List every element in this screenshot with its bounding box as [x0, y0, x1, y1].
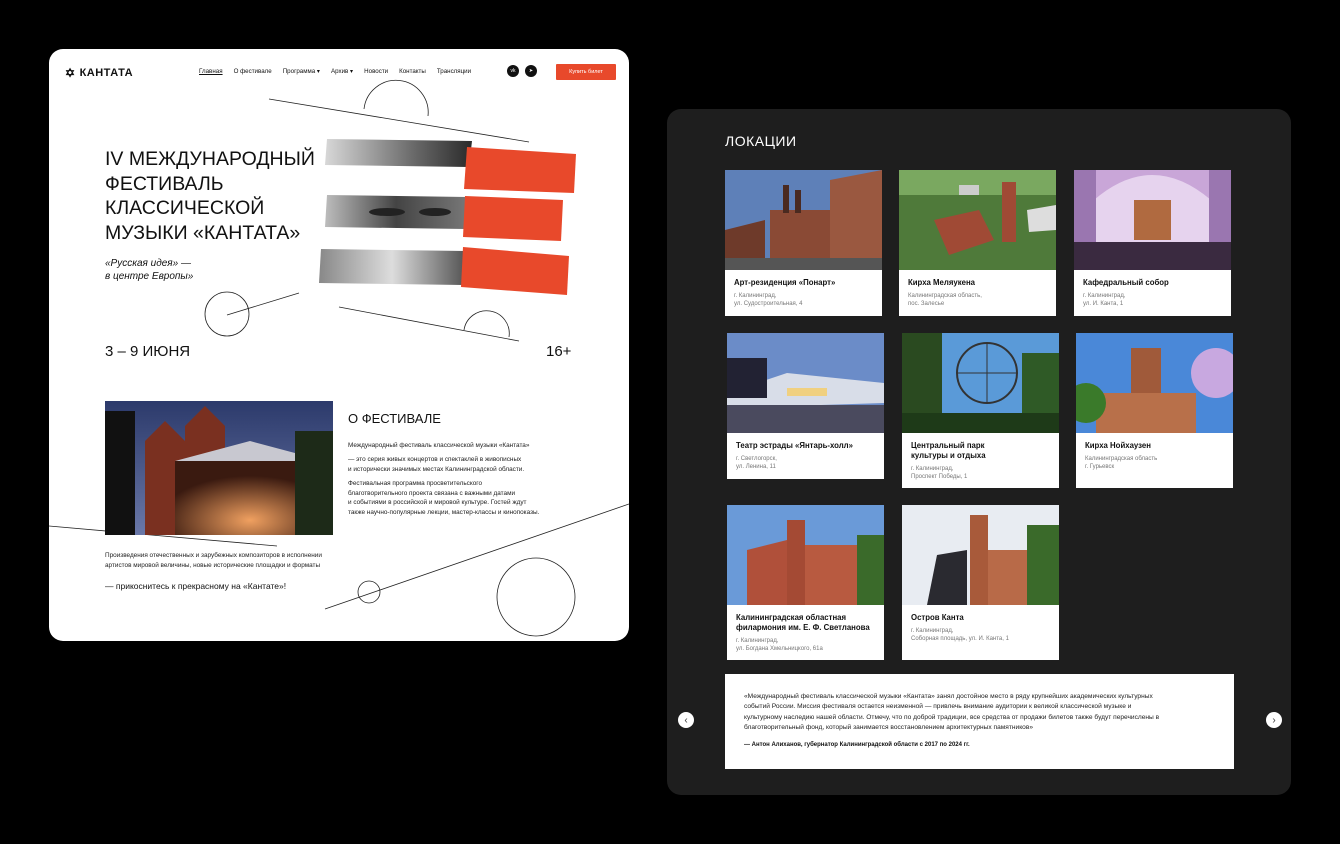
hero-subtitle: «Русская идея» — в центре Европы» — [105, 257, 225, 283]
hero-title-line: IV МЕЖДУНАРОДНЫЙ — [105, 148, 315, 170]
location-name: Остров Канта — [911, 613, 1051, 623]
hero-title-line: ФЕСТИВАЛЬ — [105, 172, 224, 195]
location-card[interactable]: Театр эстрады «Янтарь-холл» г. Светлогор… — [727, 333, 884, 479]
text-line: артистов мировой величины, новые историч… — [105, 561, 321, 569]
hero-title-line: МУЗЫКИ «КАНТАТА» — [105, 221, 301, 244]
collage-strip-bottom — [319, 247, 569, 295]
locations-heading: ЛОКАЦИИ — [725, 133, 797, 149]
hero-title: IV МЕЖДУНАРОДНЫЙ ФЕСТИВАЛЬ КЛАССИЧЕСКОЙ … — [105, 147, 335, 245]
location-photo — [1074, 170, 1231, 270]
location-name: Кирха Нойхаузен — [1085, 441, 1225, 451]
location-address: г. Калининград, Соборная площадь, ул. И. … — [911, 627, 1051, 643]
location-address: г. Калининград, ул. И. Канта, 1 — [1083, 292, 1223, 308]
text-line: благотворительного проекта связана с важ… — [348, 489, 516, 497]
text-line: ул. Богдана Хмельницкого, 61а — [736, 646, 823, 652]
location-card[interactable]: Остров Канта г. Калининград, Соборная пло… — [902, 505, 1059, 660]
portrait-collage — [319, 139, 576, 295]
text-line: — это серия живых концертов и спектаклей… — [348, 456, 522, 463]
location-photo — [725, 170, 882, 270]
text-line: культурному наследию нашей области. Отме… — [744, 713, 1160, 721]
location-card[interactable]: Кафедральный собор г. Калининград, ул. И.… — [1074, 170, 1231, 316]
text-line: пос. Залесье — [908, 301, 945, 307]
text-line: также научно-популярные лекции, мастер-к… — [348, 508, 540, 516]
text-line: «Международный фестиваль классической му… — [744, 693, 1153, 700]
location-address: Калининградская область, пос. Залесье — [908, 292, 1048, 308]
text-line: Проспект Победы, 1 — [911, 474, 968, 480]
festival-landing-page: ✡ КАНТАТА Главная О фестивале Программа … — [49, 49, 629, 641]
text-line: Соборная площадь, ул. И. Канта, 1 — [911, 636, 1009, 642]
location-photo — [902, 505, 1059, 605]
location-photo — [727, 333, 884, 433]
text-line: Кирха Нойхаузен — [1085, 441, 1151, 450]
hero-subtitle-line: «Русская идея» — — [105, 258, 191, 269]
quote-text: «Международный фестиваль классической му… — [744, 692, 1216, 734]
text-line: Кирха Меляукена — [908, 278, 976, 287]
about-tagline: — прикоснитесь к прекрасному на «Кантате… — [105, 581, 287, 591]
text-line: культуры и отдыха — [911, 451, 986, 460]
location-name: Калининградская областная филармония им. … — [736, 613, 876, 633]
text-line: ул. Ленина, 11 — [736, 464, 776, 470]
location-card[interactable]: Калининградская областная филармония им. … — [727, 505, 884, 660]
text-line: Центральный парк — [911, 441, 985, 450]
text-line: Калининградская областная — [736, 613, 847, 622]
text-line: г. Светлогорск, — [736, 456, 777, 462]
location-photo — [902, 333, 1059, 433]
quote-author: — Антон Алиханов, губернатор Калининград… — [744, 742, 970, 748]
age-rating: 16+ — [546, 343, 572, 360]
chevron-right-icon[interactable]: › — [1266, 712, 1282, 728]
text-line: Калининградская область — [1085, 456, 1158, 462]
chevron-left-icon[interactable]: ‹ — [678, 712, 694, 728]
about-heading: О ФЕСТИВАЛЕ — [348, 411, 441, 426]
text-line: г. Калининград, — [911, 466, 954, 472]
locations-section: ЛОКАЦИИ Арт-резиденция «Понарт» г. Калин… — [667, 109, 1291, 795]
text-line: г. Гурьевск — [1085, 464, 1115, 470]
governor-quote: «Международный фестиваль классической му… — [725, 674, 1234, 769]
location-name: Театр эстрады «Янтарь-холл» — [736, 441, 876, 451]
festival-dates: 3 – 9 ИЮНЯ — [105, 343, 191, 360]
location-card[interactable]: Кирха Нойхаузен Калининградская область г… — [1076, 333, 1233, 488]
location-photo — [727, 505, 884, 605]
location-address: г. Калининград, Проспект Победы, 1 — [911, 465, 1051, 481]
location-photo — [899, 170, 1056, 270]
hero-title-line: КЛАССИЧЕСКОЙ — [105, 197, 265, 219]
text-line: Калининградская область, — [908, 293, 982, 299]
location-name: Арт-резиденция «Понарт» — [734, 278, 874, 288]
about-paragraph-1: Международный фестиваль классической муз… — [348, 442, 530, 449]
text-line: Фестивальная программа просветительского — [348, 480, 483, 487]
location-address: г. Калининград, ул. Судостроительная, 4 — [734, 292, 874, 308]
about-paragraph-3: Фестивальная программа просветительского… — [348, 479, 578, 517]
text-line: Произведения отечественных и зарубежных … — [105, 552, 322, 559]
about-paragraph-2: — это серия живых концертов и спектаклей… — [348, 455, 568, 474]
text-line: г. Калининград, — [911, 628, 954, 634]
text-line: г. Калининград, — [736, 638, 779, 644]
text-line: благотворительный фонд, который занимает… — [744, 724, 1034, 732]
festival-stage-photo — [105, 401, 333, 535]
location-address: г. Светлогорск, ул. Ленина, 11 — [736, 455, 876, 471]
location-photo — [1076, 333, 1233, 433]
collage-strip-middle — [325, 195, 563, 241]
text-line: Кафедральный собор — [1083, 278, 1169, 287]
text-line: ул. И. Канта, 1 — [1083, 301, 1124, 307]
text-line: и событиями в российской и мировой культ… — [348, 499, 527, 507]
collage-strip-top — [325, 139, 576, 193]
about-paragraph-4: Произведения отечественных и зарубежных … — [105, 551, 365, 570]
text-line: ул. Судостроительная, 4 — [734, 301, 803, 307]
text-line: Театр эстрады «Янтарь-холл» — [736, 441, 853, 450]
text-line: г. Калининград, — [734, 293, 777, 299]
text-line: событий России. Миссия фестиваля остаетс… — [744, 703, 1132, 711]
location-card[interactable]: Центральный парк культуры и отдыха г. Кал… — [902, 333, 1059, 488]
location-name: Кафедральный собор — [1083, 278, 1223, 288]
text-line: и исторически значимых местах Калинингра… — [348, 465, 525, 473]
location-card[interactable]: Кирха Меляукена Калининградская область,… — [899, 170, 1056, 316]
text-line: филармония им. Е. Ф. Светланова — [736, 623, 870, 632]
location-name: Кирха Меляукена — [908, 278, 1048, 288]
text-line: Остров Канта — [911, 613, 964, 622]
location-card[interactable]: Арт-резиденция «Понарт» г. Калининград, у… — [725, 170, 882, 316]
location-name: Центральный парк культуры и отдыха — [911, 441, 1051, 461]
hero-subtitle-line: в центре Европы» — [105, 271, 194, 282]
text-line: г. Калининград, — [1083, 293, 1126, 299]
text-line: Арт-резиденция «Понарт» — [734, 278, 836, 287]
location-address: Калининградская область г. Гурьевск — [1085, 455, 1225, 471]
location-address: г. Калининград, ул. Богдана Хмельницкого,… — [736, 637, 876, 653]
